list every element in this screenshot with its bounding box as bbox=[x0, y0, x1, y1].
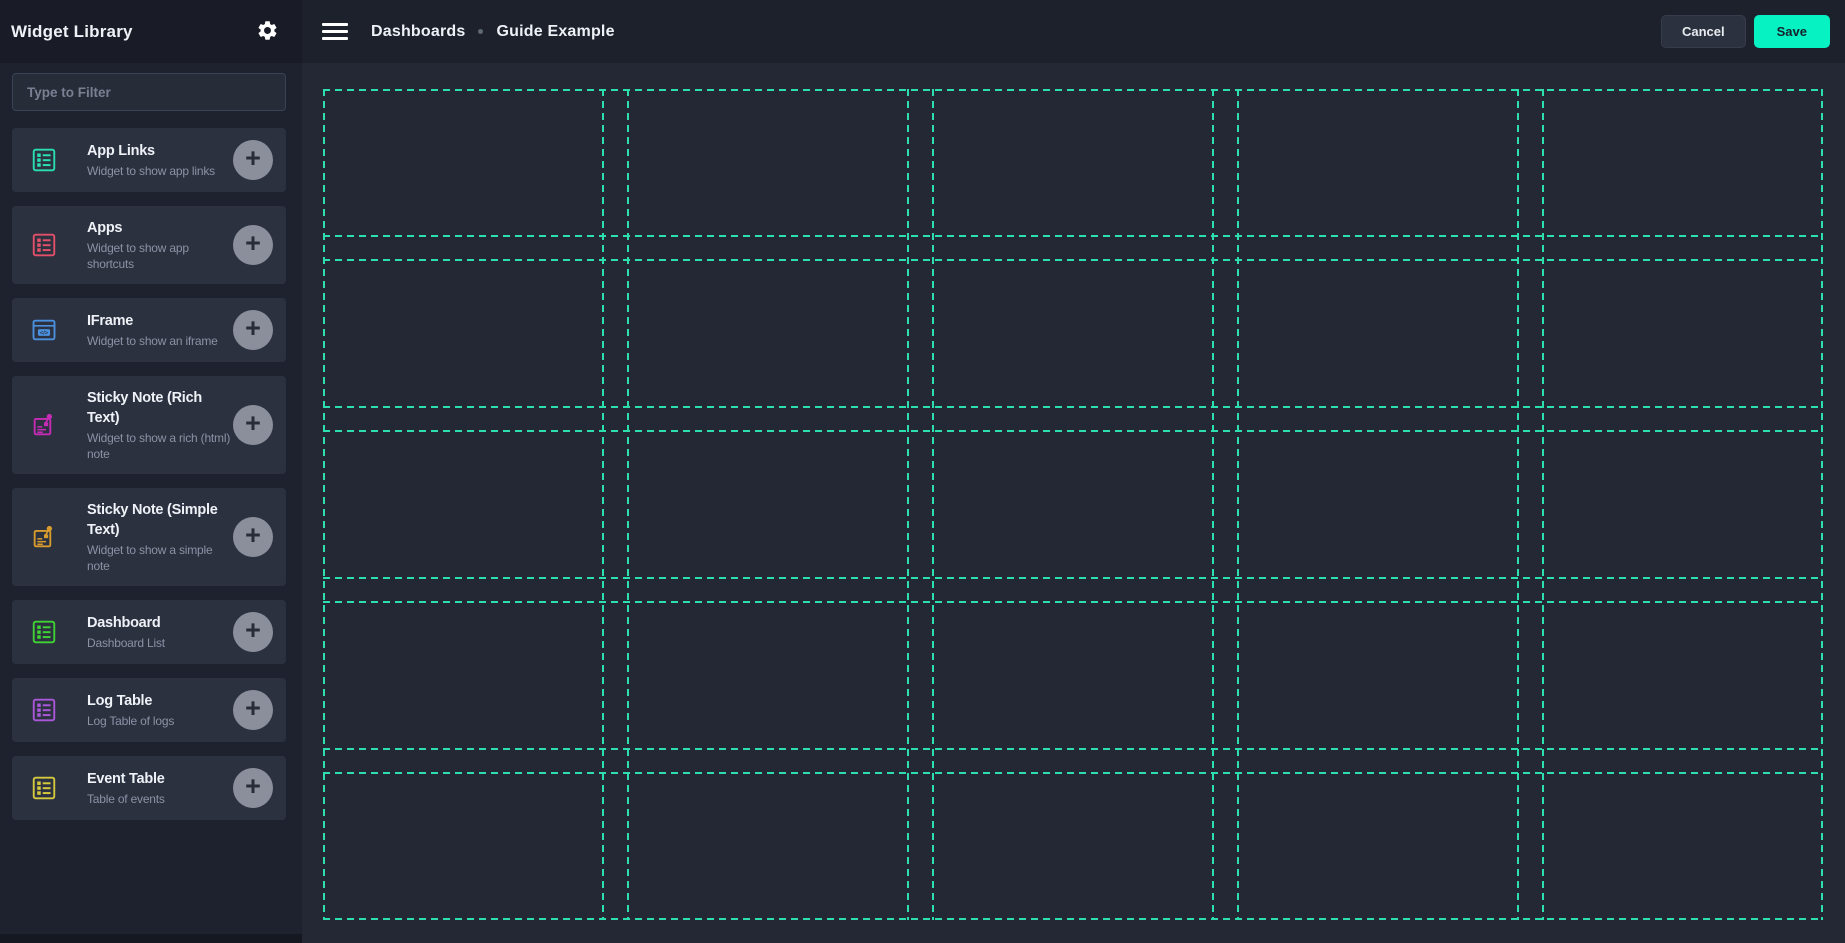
breadcrumb-separator-dot bbox=[478, 29, 483, 34]
plus-icon: + bbox=[245, 315, 261, 342]
widget-description: Widget to show app shortcuts bbox=[87, 240, 233, 272]
widget-description: Table of events bbox=[87, 791, 233, 807]
widget-title: Sticky Note (Simple Text) bbox=[87, 500, 233, 540]
widget-description: Dashboard List bbox=[87, 635, 233, 651]
breadcrumb: Dashboards Guide Example bbox=[371, 23, 615, 41]
add-widget-button[interactable]: + bbox=[233, 517, 273, 557]
widget-card[interactable]: </> IFrame Widget to show an iframe + bbox=[12, 298, 286, 362]
grid-guide-line-horizontal bbox=[323, 918, 1823, 920]
plus-icon: + bbox=[245, 522, 261, 549]
grid-guide-line-vertical bbox=[323, 89, 325, 920]
widget-description: Widget to show a simple note bbox=[87, 542, 233, 574]
sidebar-body: App Links Widget to show app links + App… bbox=[0, 63, 302, 943]
widget-title: App Links bbox=[87, 141, 233, 161]
breadcrumb-dashboards[interactable]: Dashboards bbox=[371, 23, 465, 41]
grid-guide-line-horizontal bbox=[323, 748, 1823, 750]
grid-guide-line-horizontal bbox=[323, 577, 1823, 579]
widget-title: Sticky Note (Rich Text) bbox=[87, 388, 233, 428]
widget-card[interactable]: Sticky Note (Simple Text) Widget to show… bbox=[12, 488, 286, 586]
list-widget-icon bbox=[30, 618, 58, 646]
svg-text:</>: </> bbox=[40, 331, 49, 337]
plus-icon: + bbox=[245, 773, 261, 800]
plus-icon: + bbox=[245, 617, 261, 644]
gear-icon bbox=[256, 19, 279, 45]
plus-icon: + bbox=[245, 695, 261, 722]
sticky-note-icon bbox=[30, 523, 58, 551]
sidebar-header: Widget Library bbox=[0, 0, 302, 63]
grid-guide-line-horizontal bbox=[323, 235, 1823, 237]
grid-guide-line-horizontal bbox=[323, 406, 1823, 408]
widget-filter-input[interactable] bbox=[12, 73, 286, 111]
list-widget-icon bbox=[30, 774, 58, 802]
widget-title: Dashboard bbox=[87, 613, 233, 633]
widget-description: Widget to show a rich (html) note bbox=[87, 430, 233, 462]
add-widget-button[interactable]: + bbox=[233, 310, 273, 350]
widget-title: Event Table bbox=[87, 769, 233, 789]
hamburger-icon bbox=[322, 23, 348, 26]
widget-card[interactable]: Apps Widget to show app shortcuts + bbox=[12, 206, 286, 284]
menu-toggle-button[interactable] bbox=[322, 19, 348, 44]
topbar: Dashboards Guide Example Cancel Save bbox=[302, 0, 1845, 63]
add-widget-button[interactable]: + bbox=[233, 405, 273, 445]
add-widget-button[interactable]: + bbox=[233, 768, 273, 808]
widget-title: Apps bbox=[87, 218, 233, 238]
add-widget-button[interactable]: + bbox=[233, 225, 273, 265]
widget-description: Widget to show an iframe bbox=[87, 333, 233, 349]
sidebar-horizontal-scrollbar[interactable] bbox=[0, 934, 302, 943]
dashboard-canvas bbox=[302, 63, 1845, 943]
sticky-note-icon bbox=[30, 411, 58, 439]
grid-guide-line-vertical bbox=[932, 89, 934, 920]
plus-icon: + bbox=[245, 410, 261, 437]
list-widget-icon bbox=[30, 146, 58, 174]
grid-guide-line-vertical bbox=[602, 89, 604, 920]
widget-card[interactable]: Sticky Note (Rich Text) Widget to show a… bbox=[12, 376, 286, 474]
iframe-icon: </> bbox=[30, 316, 58, 344]
widget-description: Widget to show app links bbox=[87, 163, 233, 179]
grid-guide-line-vertical bbox=[627, 89, 629, 920]
add-widget-button[interactable]: + bbox=[233, 612, 273, 652]
grid-guide-line-vertical bbox=[1237, 89, 1239, 920]
cancel-button[interactable]: Cancel bbox=[1661, 15, 1746, 48]
widget-library-sidebar: Widget Library App Links Widget to show … bbox=[0, 0, 302, 943]
widget-description: Log Table of logs bbox=[87, 713, 233, 729]
save-button[interactable]: Save bbox=[1754, 15, 1830, 48]
widget-card[interactable]: Dashboard Dashboard List + bbox=[12, 600, 286, 664]
grid-guide-line-horizontal bbox=[323, 259, 1823, 261]
list-widget-icon bbox=[30, 231, 58, 259]
breadcrumb-current-page: Guide Example bbox=[496, 23, 614, 41]
dashboard-editor: Widget Library App Links Widget to show … bbox=[0, 0, 1845, 943]
widget-card[interactable]: Log Table Log Table of logs + bbox=[12, 678, 286, 742]
dashboard-grid[interactable] bbox=[323, 89, 1823, 920]
grid-guide-line-vertical bbox=[1517, 89, 1519, 920]
grid-guide-line-vertical bbox=[1821, 89, 1823, 920]
widget-title: IFrame bbox=[87, 311, 233, 331]
widget-title: Log Table bbox=[87, 691, 233, 711]
widget-list: App Links Widget to show app links + App… bbox=[12, 128, 286, 820]
sidebar-title: Widget Library bbox=[11, 22, 256, 42]
grid-guide-line-vertical bbox=[907, 89, 909, 920]
grid-guide-line-vertical bbox=[1542, 89, 1544, 920]
grid-guide-line-horizontal bbox=[323, 430, 1823, 432]
grid-guide-line-horizontal bbox=[323, 601, 1823, 603]
list-widget-icon bbox=[30, 696, 58, 724]
grid-guide-line-horizontal bbox=[323, 89, 1823, 91]
add-widget-button[interactable]: + bbox=[233, 690, 273, 730]
settings-button[interactable] bbox=[256, 19, 279, 45]
widget-card[interactable]: Event Table Table of events + bbox=[12, 756, 286, 820]
plus-icon: + bbox=[245, 230, 261, 257]
add-widget-button[interactable]: + bbox=[233, 140, 273, 180]
grid-guide-line-horizontal bbox=[323, 772, 1823, 774]
main-area: Dashboards Guide Example Cancel Save bbox=[302, 0, 1845, 943]
widget-card[interactable]: App Links Widget to show app links + bbox=[12, 128, 286, 192]
grid-guide-line-vertical bbox=[1212, 89, 1214, 920]
plus-icon: + bbox=[245, 145, 261, 172]
